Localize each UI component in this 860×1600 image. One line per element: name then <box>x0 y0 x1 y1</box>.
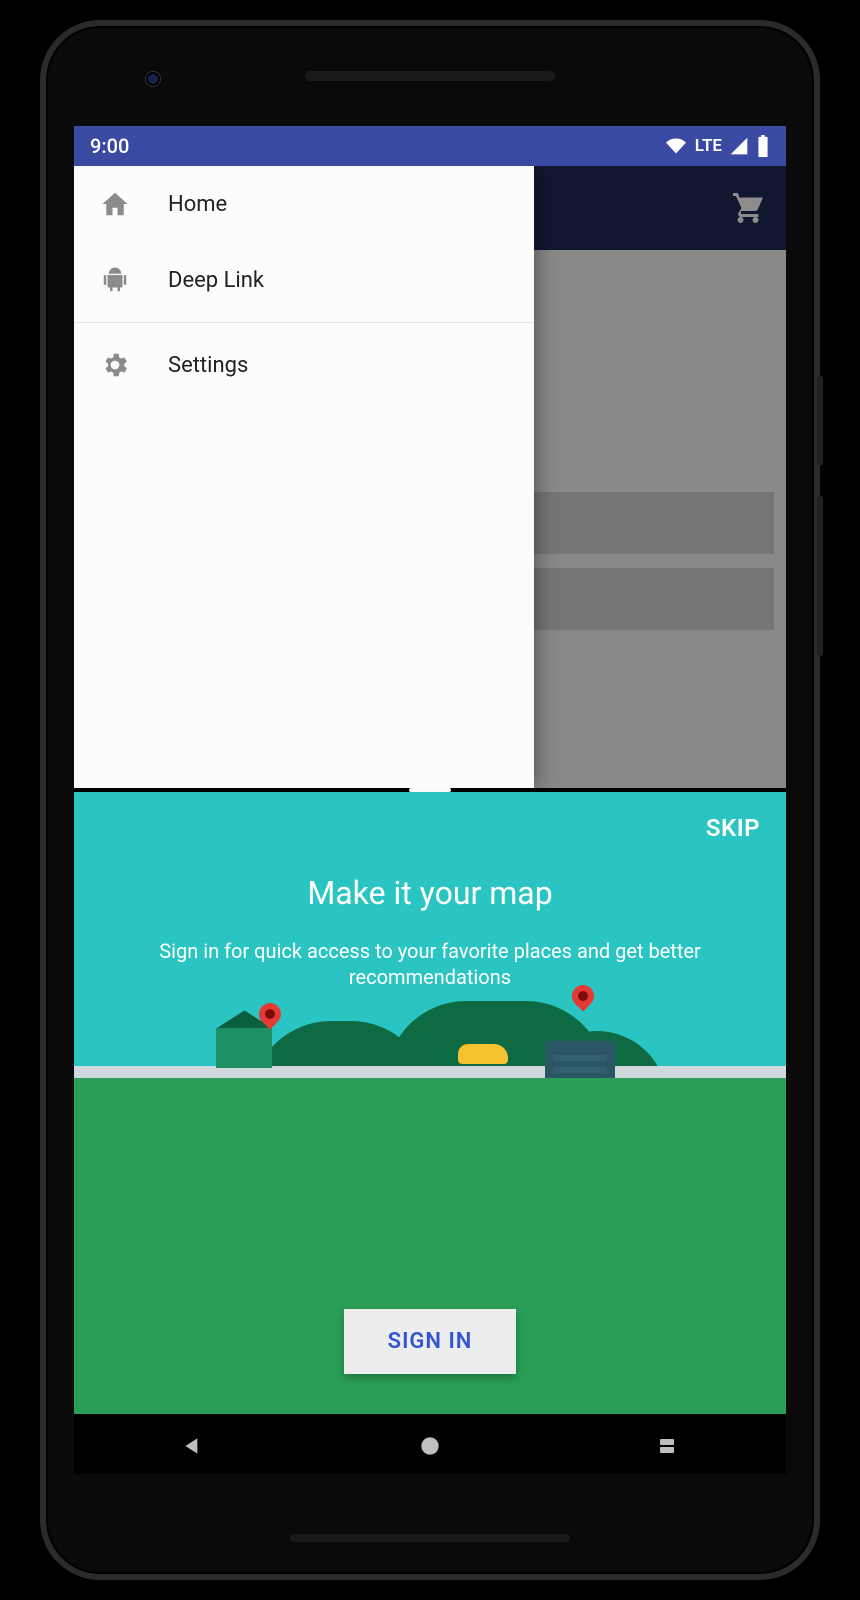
drawer-item-label: Settings <box>168 353 248 378</box>
nav-home-button[interactable] <box>414 1430 446 1462</box>
drawer-item-label: Home <box>168 192 227 217</box>
phone-bezel-top <box>46 26 814 126</box>
onboarding-ground: SIGN IN <box>74 1078 786 1414</box>
drawer-divider <box>74 322 534 323</box>
wifi-icon <box>663 136 689 156</box>
network-label: LTE <box>695 136 722 156</box>
nav-back-button[interactable] <box>177 1430 209 1462</box>
skip-button[interactable]: SKIP <box>706 814 760 842</box>
gear-icon <box>98 348 132 382</box>
android-navbar <box>74 1414 786 1474</box>
battery-icon <box>756 135 770 157</box>
screen: 9:00 LTE ON N <box>74 126 786 1474</box>
phone-side-button <box>817 496 823 656</box>
drawer-item-home[interactable]: Home <box>74 166 534 242</box>
sign-in-button[interactable]: SIGN IN <box>344 1309 517 1374</box>
status-icons: LTE <box>663 135 770 157</box>
drawer-item-settings[interactable]: Settings <box>74 327 534 403</box>
onboarding-subtitle: Sign in for quick access to your favorit… <box>114 938 746 990</box>
status-time: 9:00 <box>90 134 129 158</box>
home-icon <box>98 187 132 221</box>
drawer-item-deeplink[interactable]: Deep Link <box>74 242 534 318</box>
front-camera <box>146 72 160 86</box>
nav-recents-button[interactable] <box>651 1430 683 1462</box>
onboarding-title: Make it your map <box>74 874 786 912</box>
phone-frame: 9:00 LTE ON N <box>40 20 820 1580</box>
phone-side-button <box>817 376 823 466</box>
split-bottom-app: SKIP Make it your map Sign in for quick … <box>74 792 786 1414</box>
split-top-app: ON N Home Deep Link Settings <box>74 166 786 788</box>
onboarding-sky: SKIP Make it your map Sign in for quick … <box>74 792 786 1078</box>
drawer-item-label: Deep Link <box>168 268 264 293</box>
navigation-drawer: Home Deep Link Settings <box>74 166 534 788</box>
android-icon <box>98 263 132 297</box>
earpiece <box>305 71 555 81</box>
cell-signal-icon <box>728 136 750 156</box>
status-bar: 9:00 LTE <box>74 126 786 166</box>
phone-bezel-bottom <box>290 1534 570 1542</box>
